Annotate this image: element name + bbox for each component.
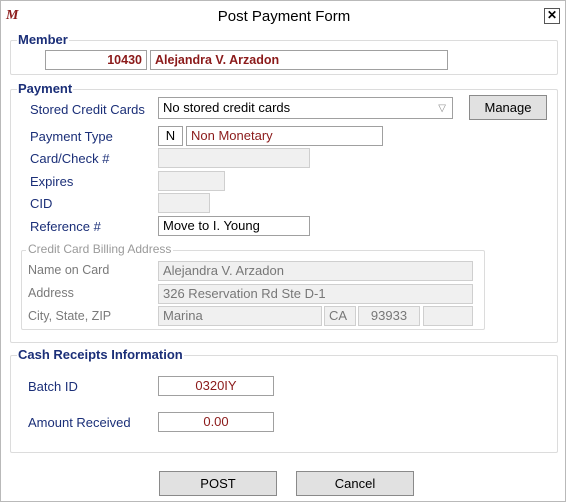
- state-field[interactable]: CA: [324, 306, 356, 326]
- cid-label: CID: [30, 196, 53, 211]
- cid-field[interactable]: [158, 193, 210, 213]
- reference-label: Reference #: [30, 219, 101, 234]
- window-title: Post Payment Form: [217, 8, 351, 25]
- address-label: Address: [28, 286, 74, 300]
- stored-cards-value: No stored credit cards: [163, 100, 291, 115]
- payment-type-label: Payment Type: [30, 129, 113, 144]
- post-button[interactable]: POST: [159, 471, 277, 496]
- batch-id-label: Batch ID: [28, 379, 78, 394]
- stored-cards-label: Stored Credit Cards: [30, 102, 145, 117]
- address-field[interactable]: 326 Reservation Rd Ste D-1: [158, 284, 473, 304]
- payment-type-name-field[interactable]: Non Monetary: [186, 126, 383, 146]
- card-check-label: Card/Check #: [30, 151, 110, 166]
- zip-ext-field[interactable]: [423, 306, 473, 326]
- chevron-down-icon: ▽: [438, 103, 446, 114]
- name-on-card-label: Name on Card: [28, 263, 110, 277]
- close-button[interactable]: ✕: [544, 8, 560, 24]
- reference-field[interactable]: Move to I. Young: [158, 216, 310, 236]
- title-bar: M Post Payment Form ✕: [1, 1, 565, 32]
- member-name-field[interactable]: Alejandra V. Arzadon: [150, 50, 448, 70]
- post-payment-dialog: M Post Payment Form ✕ Member 10430 Aleja…: [0, 0, 566, 502]
- cash-receipts-legend: Cash Receipts Information: [17, 347, 184, 362]
- expires-field[interactable]: [158, 171, 225, 191]
- name-on-card-field[interactable]: Alejandra V. Arzadon: [158, 261, 473, 281]
- cancel-button[interactable]: Cancel: [296, 471, 414, 496]
- amount-received-field[interactable]: 0.00: [158, 412, 274, 432]
- city-field[interactable]: Marina: [158, 306, 322, 326]
- manage-button[interactable]: Manage: [469, 95, 547, 120]
- amount-received-label: Amount Received: [28, 415, 131, 430]
- billing-address-legend: Credit Card Billing Address: [26, 242, 174, 256]
- city-state-zip-label: City, State, ZIP: [28, 309, 112, 323]
- close-icon: ✕: [546, 8, 558, 22]
- payment-type-code-field[interactable]: N: [158, 126, 183, 146]
- member-id-field[interactable]: 10430: [45, 50, 147, 70]
- expires-label: Expires: [30, 174, 74, 189]
- card-check-field[interactable]: [158, 148, 310, 168]
- stored-cards-dropdown[interactable]: No stored credit cards ▽: [158, 97, 453, 119]
- payment-legend: Payment: [17, 81, 74, 96]
- batch-id-field[interactable]: 0320IY: [158, 376, 274, 396]
- member-legend: Member: [17, 32, 69, 47]
- zip-field[interactable]: 93933: [358, 306, 420, 326]
- cash-receipts-group: [10, 355, 558, 453]
